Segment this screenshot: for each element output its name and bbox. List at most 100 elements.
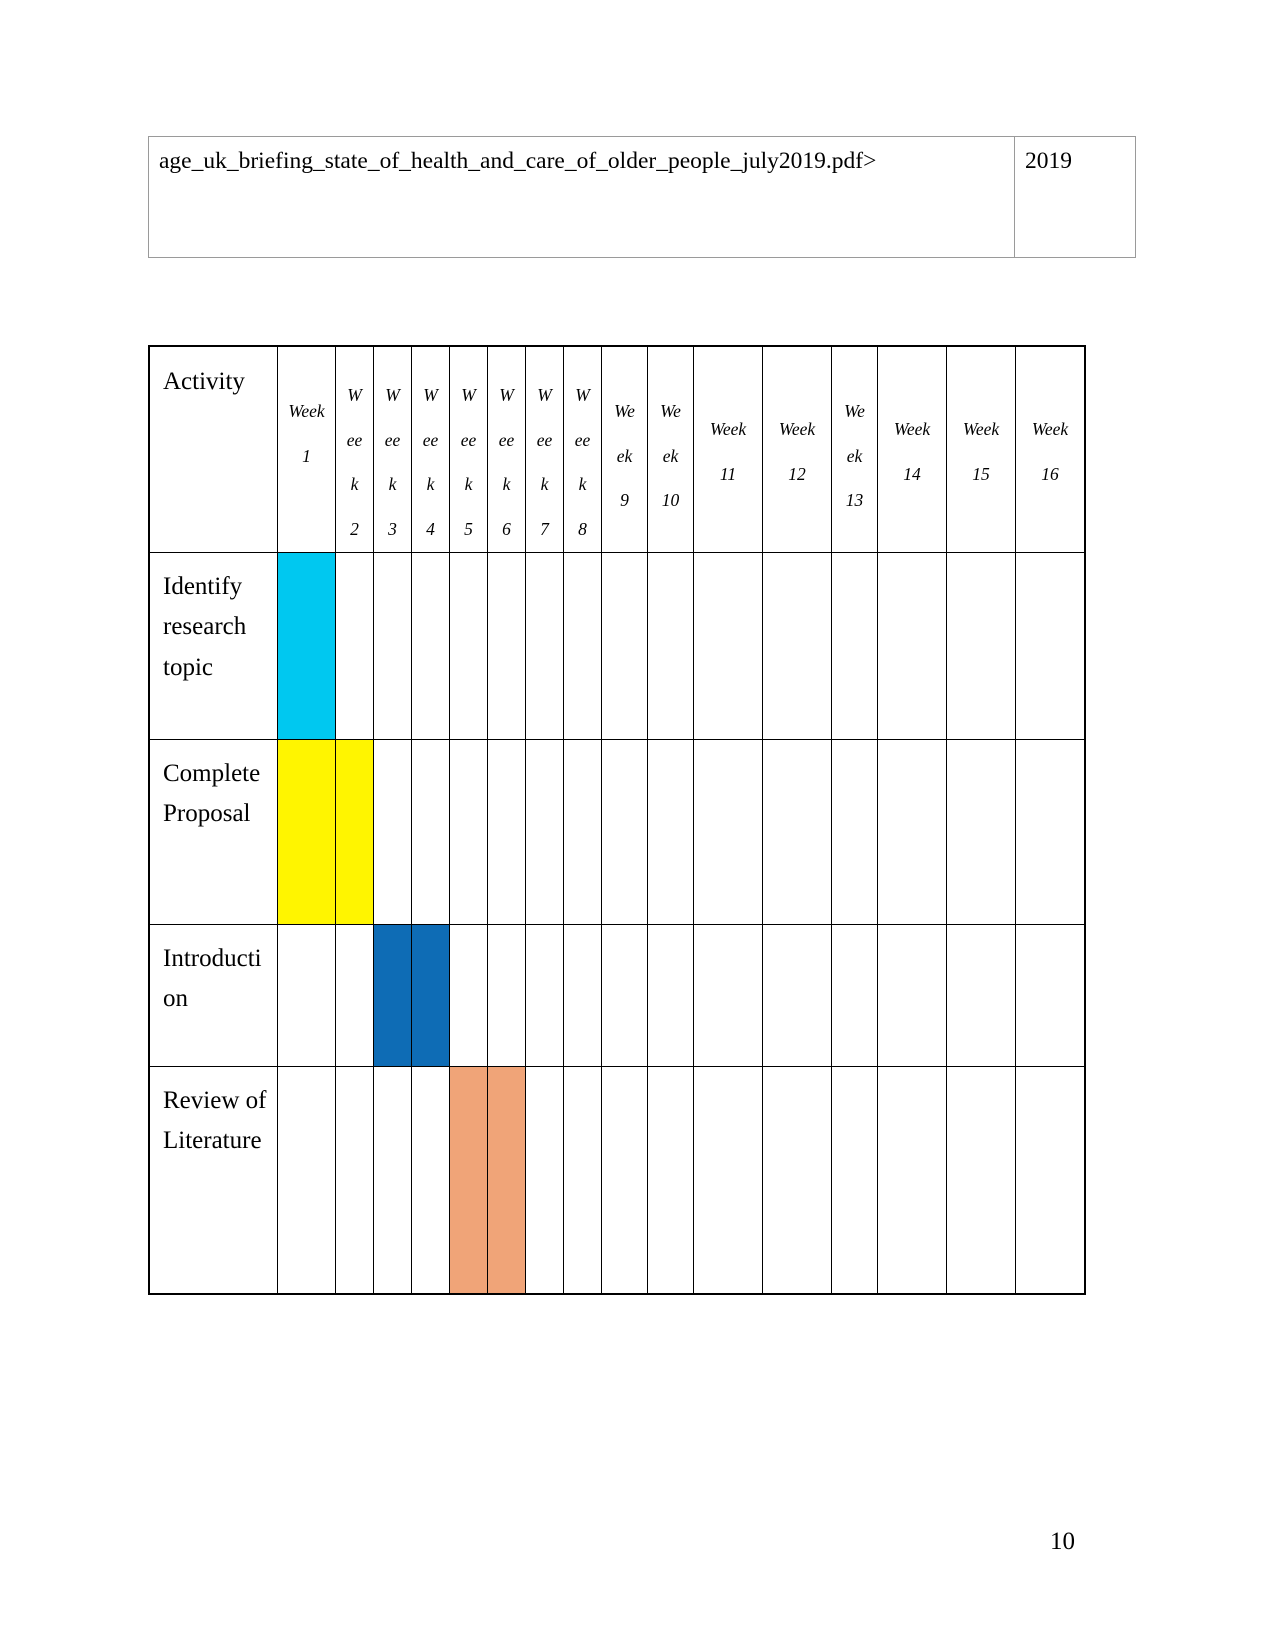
gantt-bar-r3-w3[interactable] [373, 923, 412, 1067]
gantt-cell-r3-w1[interactable] [277, 923, 336, 1067]
gantt-cell-r2-w4[interactable] [411, 738, 450, 925]
gantt-cell-r3-w7[interactable] [525, 923, 564, 1067]
gantt-cell-r4-w14[interactable] [877, 1065, 947, 1294]
gantt-cell-r1-w5[interactable] [449, 551, 488, 740]
gantt-header-week-14: Week 14 [877, 345, 947, 553]
gantt-cell-r4-w8[interactable] [563, 1065, 602, 1294]
gantt-header-week-12: Week 12 [762, 345, 832, 553]
gantt-cell-r2-w11[interactable] [693, 738, 763, 925]
gantt-cell-r2-w9[interactable] [601, 738, 648, 925]
gantt-cell-r3-w2[interactable] [335, 923, 374, 1067]
gantt-cell-r1-w16[interactable] [1015, 551, 1086, 740]
gantt-cell-r3-w13[interactable] [831, 923, 878, 1067]
gantt-cell-r2-w14[interactable] [877, 738, 947, 925]
gantt-cell-r2-w7[interactable] [525, 738, 564, 925]
gantt-header-week-1: Week 1 [277, 345, 336, 553]
week-label-line: ek [616, 445, 633, 466]
gantt-cell-r4-w3[interactable] [373, 1065, 412, 1294]
gantt-cell-r4-w11[interactable] [693, 1065, 763, 1294]
gantt-header-week-3: Wee k 3 [373, 345, 412, 553]
gantt-cell-r3-w10[interactable] [647, 923, 694, 1067]
gantt-cell-r1-w6[interactable] [487, 551, 526, 740]
week-label-line: ee [346, 429, 363, 450]
gantt-cell-r1-w8[interactable] [563, 551, 602, 740]
week-label-line: We [844, 401, 865, 421]
reference-citation-cell: age_uk_briefing_state_of_health_and_care… [148, 136, 1015, 258]
gantt-cell-r4-w7[interactable] [525, 1065, 564, 1294]
gantt-cell-r2-w15[interactable] [946, 738, 1016, 925]
week-label-line: k [540, 474, 549, 495]
gantt-cell-r4-w12[interactable] [762, 1065, 832, 1294]
gantt-cell-r1-w2[interactable] [335, 551, 374, 740]
gantt-cell-r2-w16[interactable] [1015, 738, 1086, 925]
gantt-cell-r2-w13[interactable] [831, 738, 878, 925]
gantt-cell-r1-w4[interactable] [411, 551, 450, 740]
gantt-cell-r2-w8[interactable] [563, 738, 602, 925]
gantt-bar-r2-w2[interactable] [335, 738, 374, 925]
gantt-bar-r2-w1[interactable] [277, 738, 336, 925]
gantt-cell-r2-w12[interactable] [762, 738, 832, 925]
gantt-cell-r2-w10[interactable] [647, 738, 694, 925]
gantt-bar-r4-w6[interactable] [487, 1065, 526, 1294]
gantt-header-week-5: Wee k 5 [449, 345, 488, 553]
week-label-line: W [347, 385, 362, 405]
gantt-cell-r4-w4[interactable] [411, 1065, 450, 1294]
week-label-line: k [464, 474, 473, 495]
week-label-line: ee [422, 429, 439, 450]
gantt-header-week-10: We ek 10 [647, 345, 694, 553]
week-label-line: ek [846, 445, 863, 466]
gantt-cell-r3-w11[interactable] [693, 923, 763, 1067]
gantt-cell-r1-w3[interactable] [373, 551, 412, 740]
gantt-cell-r2-w6[interactable] [487, 738, 526, 925]
gantt-cell-r3-w6[interactable] [487, 923, 526, 1067]
week-label-line: 2 [350, 518, 359, 539]
week-label-line: 15 [972, 463, 990, 484]
gantt-cell-r3-w14[interactable] [877, 923, 947, 1067]
week-label-line: 16 [1041, 463, 1059, 484]
gantt-cell-r1-w13[interactable] [831, 551, 878, 740]
gantt-cell-r3-w16[interactable] [1015, 923, 1086, 1067]
week-label-line: W [499, 385, 514, 405]
gantt-cell-r1-w7[interactable] [525, 551, 564, 740]
gantt-cell-r2-w5[interactable] [449, 738, 488, 925]
gantt-cell-r4-w15[interactable] [946, 1065, 1016, 1294]
week-label-line: Week [709, 419, 747, 439]
week-label-line: 11 [719, 463, 737, 484]
gantt-cell-r3-w15[interactable] [946, 923, 1016, 1067]
gantt-cell-r3-w5[interactable] [449, 923, 488, 1067]
gantt-header: Activity Week 1 Wee k 2 Wee k 3 Wee k 4 Wee k 5 Wee k 6 We… [148, 345, 1086, 553]
gantt-cell-r4-w16[interactable] [1015, 1065, 1086, 1294]
gantt-header-week-7: Wee k 7 [525, 345, 564, 553]
gantt-cell-r3-w8[interactable] [563, 923, 602, 1067]
table-row: Review of Literature [148, 1065, 1086, 1294]
gantt-bar-r4-w5[interactable] [449, 1065, 488, 1294]
gantt-bar-r1-w1[interactable] [277, 551, 336, 740]
gantt-bar-r3-w4[interactable] [411, 923, 450, 1067]
gantt-cell-r1-w14[interactable] [877, 551, 947, 740]
gantt-cell-r1-w10[interactable] [647, 551, 694, 740]
gantt-cell-r4-w10[interactable] [647, 1065, 694, 1294]
gantt-cell-r1-w11[interactable] [693, 551, 763, 740]
gantt-cell-r1-w9[interactable] [601, 551, 648, 740]
gantt-cell-r4-w13[interactable] [831, 1065, 878, 1294]
gantt-cell-r2-w3[interactable] [373, 738, 412, 925]
week-label-line: W [461, 385, 476, 405]
week-label-line: ek [662, 445, 679, 466]
table-row: Identify research topic [148, 551, 1086, 740]
gantt-cell-r4-w1[interactable] [277, 1065, 336, 1294]
gantt-header-week-4: Wee k 4 [411, 345, 450, 553]
table-row: Complete Proposal [148, 738, 1086, 925]
week-label-line: We [614, 401, 635, 421]
week-label-line: 13 [845, 490, 864, 511]
gantt-activity-label: Complete Proposal [148, 738, 278, 925]
gantt-cell-r4-w2[interactable] [335, 1065, 374, 1294]
week-label-line: Week [893, 419, 931, 439]
week-label-line: Week [1031, 419, 1069, 439]
gantt-header-row: Activity Week 1 Wee k 2 Wee k 3 Wee k 4 Wee k 5 Wee k 6 We… [148, 345, 1086, 553]
gantt-cell-r1-w12[interactable] [762, 551, 832, 740]
gantt-cell-r1-w15[interactable] [946, 551, 1016, 740]
gantt-cell-r4-w9[interactable] [601, 1065, 648, 1294]
gantt-cell-r3-w9[interactable] [601, 923, 648, 1067]
gantt-header-week-2: Wee k 2 [335, 345, 374, 553]
gantt-cell-r3-w12[interactable] [762, 923, 832, 1067]
